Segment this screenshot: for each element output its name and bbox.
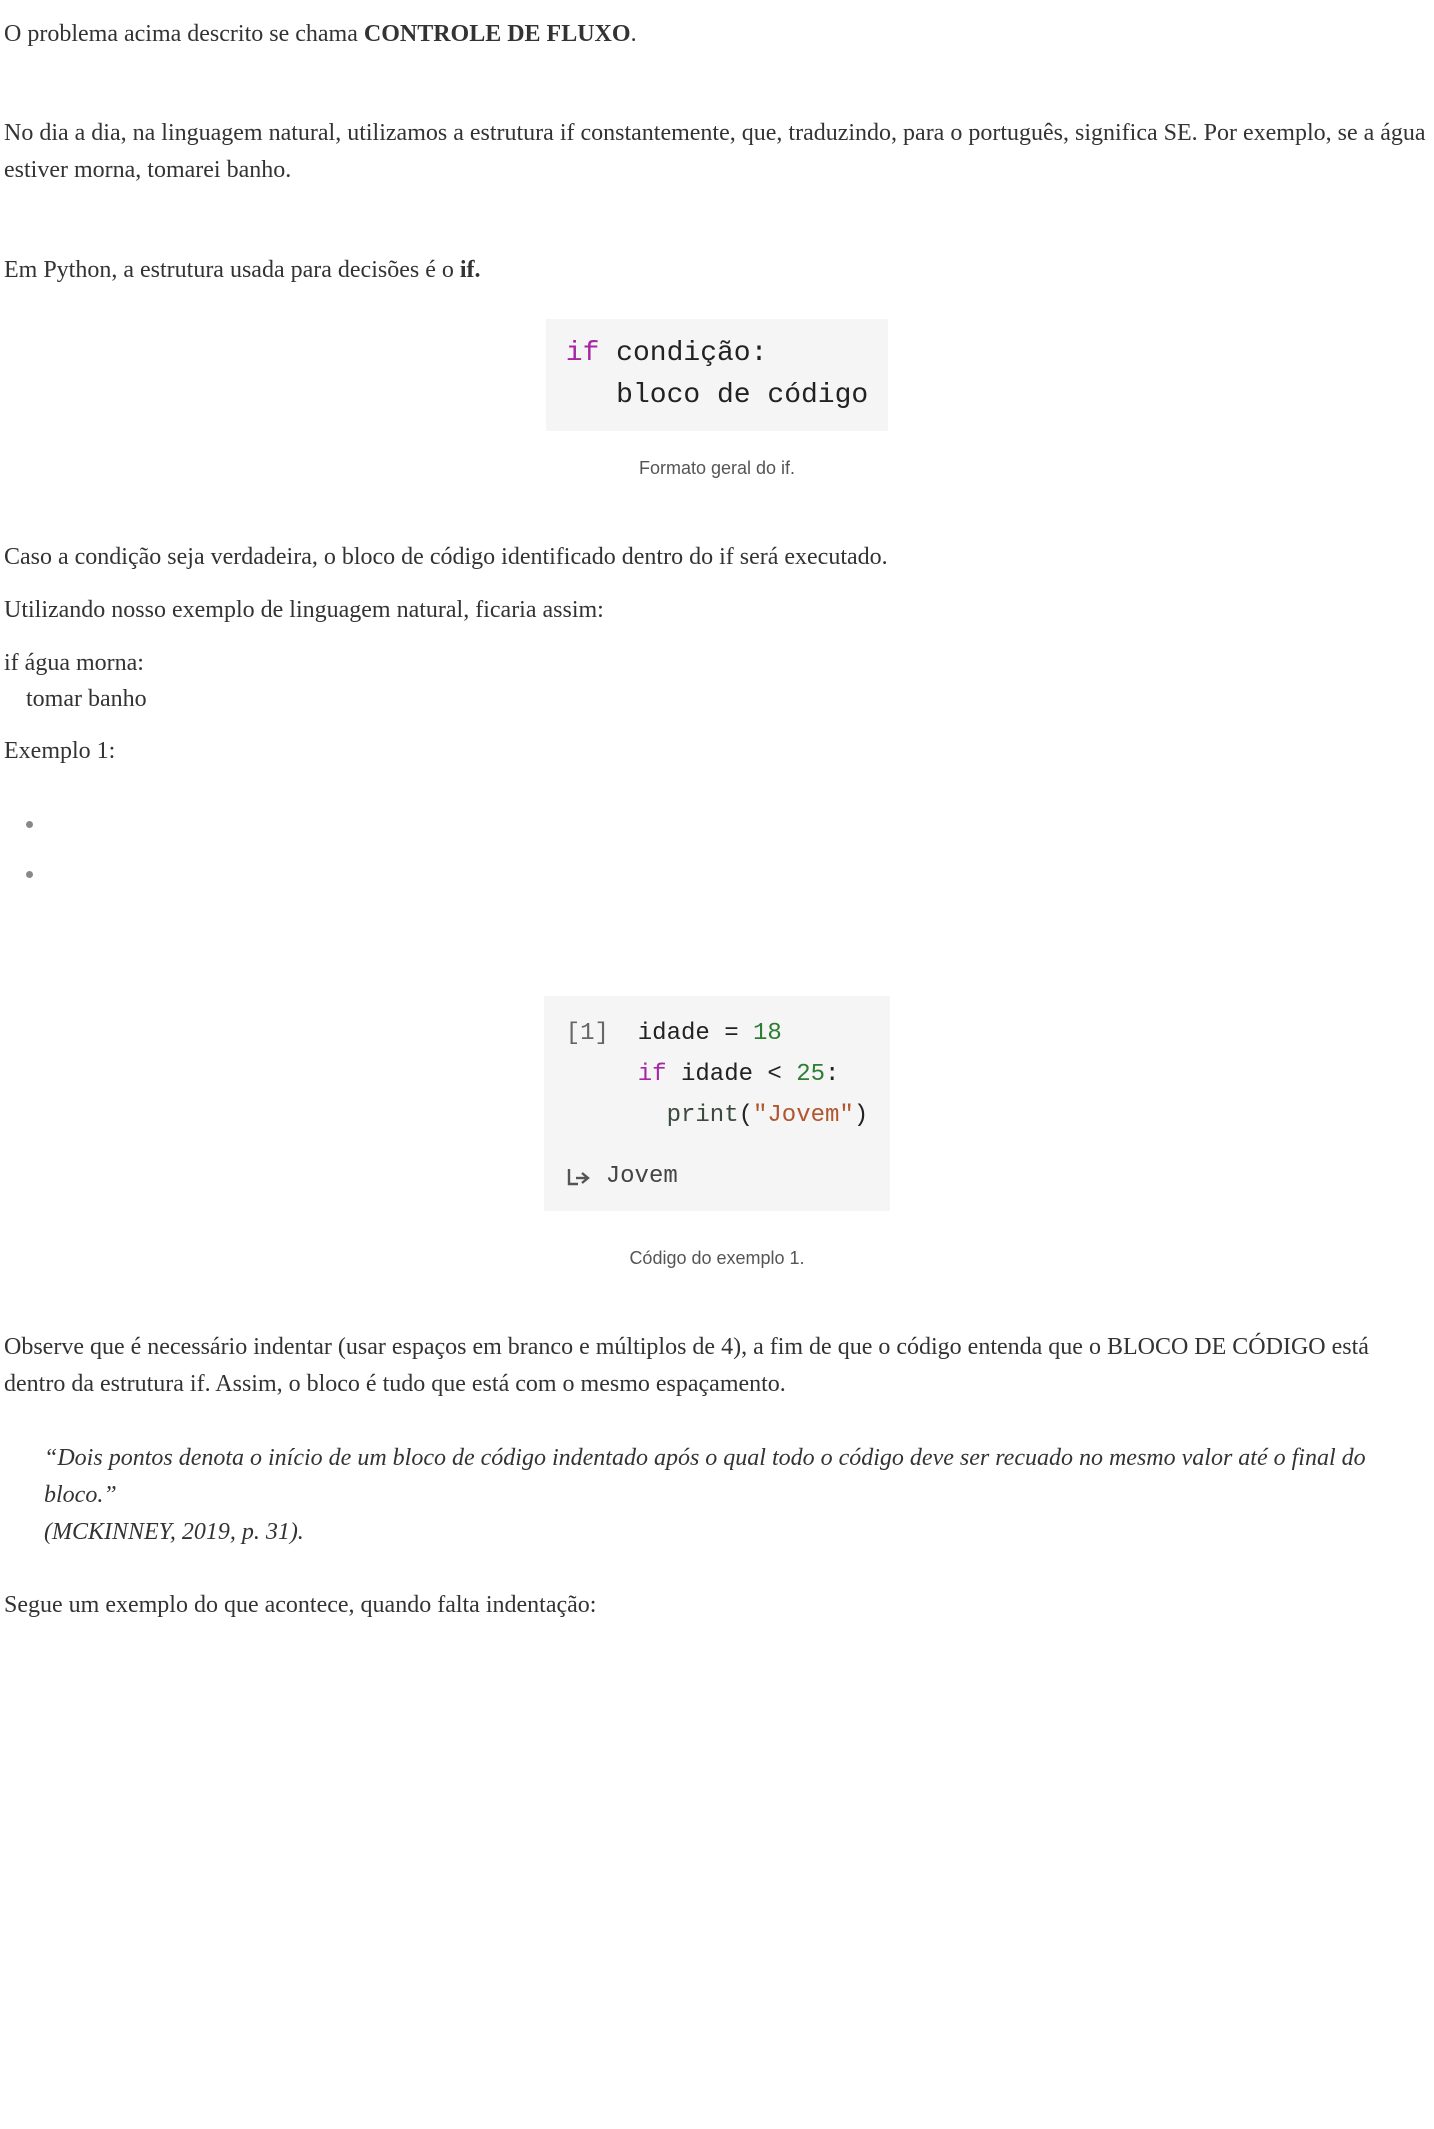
code-text: : [825, 1061, 839, 1088]
quote-citation: (MCKINNEY, 2019, p. 31). [44, 1519, 304, 1545]
paragraph-exemplo-natural: Utilizando nosso exemplo de linguagem na… [4, 592, 1430, 629]
code-function: print [667, 1102, 739, 1129]
paragraph-if-natural: No dia a dia, na linguagem natural, util… [4, 115, 1430, 189]
code-number: 25 [796, 1061, 825, 1088]
quote-text: “Dois pontos denota o início de um bloco… [44, 1445, 1366, 1508]
figure-caption: Formato geral do if. [4, 455, 1430, 483]
code-string: "Jovem" [753, 1102, 854, 1129]
code-block-exemplo1: [1] idade = 18 if idade < 25: print("Jov… [544, 996, 890, 1211]
list-item [46, 806, 1430, 820]
text: O problema acima descrito se chama [4, 21, 364, 47]
empty-bullet-list [4, 806, 1430, 870]
paragraph-indentacao: Observe que é necessário indentar (usar … [4, 1329, 1430, 1403]
code-text: idade < [667, 1061, 797, 1088]
code-text: bloco de código [566, 375, 868, 417]
text: . [631, 21, 637, 47]
cell-number: [1] [566, 1020, 609, 1047]
code-text: ( [739, 1102, 753, 1129]
term-controle-fluxo: CONTROLE DE FLUXO [364, 21, 631, 47]
text: Em Python, a estrutura usada para decisõ… [4, 257, 460, 283]
output-row: Jovem [566, 1157, 868, 1198]
paragraph-falta-indentacao: Segue um exemplo do que acontece, quando… [4, 1587, 1430, 1624]
code-text: condição: [599, 338, 767, 369]
code-keyword: if [566, 338, 600, 369]
code-number: 18 [753, 1020, 782, 1047]
blockquote-mckinney: “Dois pontos denota o início de um bloco… [44, 1440, 1430, 1552]
keyword-if: if. [460, 257, 481, 283]
code-text: ) [854, 1102, 868, 1129]
output-text: Jovem [606, 1157, 678, 1198]
code-keyword: if [638, 1061, 667, 1088]
pseudocode-line: tomar banho [4, 681, 1430, 717]
paragraph-condicao: Caso a condição seja verdadeira, o bloco… [4, 539, 1430, 576]
list-item [46, 856, 1430, 870]
figure-caption: Código do exemplo 1. [4, 1245, 1430, 1273]
output-arrow-icon [566, 1166, 592, 1188]
code-block-if-format: if condição: bloco de código [546, 319, 888, 431]
paragraph-intro: O problema acima descrito se chama CONTR… [4, 16, 1430, 53]
figure-if-format: if condição: bloco de código Formato ger… [4, 319, 1430, 483]
paragraph-exemplo1: Exemplo 1: [4, 733, 1430, 770]
pseudocode-line: if água morna: [4, 650, 144, 676]
code-text: idade = [638, 1020, 753, 1047]
figure-exemplo1: [1] idade = 18 if idade < 25: print("Jov… [4, 996, 1430, 1273]
paragraph-if-python: Em Python, a estrutura usada para decisõ… [4, 252, 1430, 289]
pseudocode-block: if água morna: tomar banho [4, 645, 1430, 717]
document-page: O problema acima descrito se chama CONTR… [0, 16, 1434, 1680]
